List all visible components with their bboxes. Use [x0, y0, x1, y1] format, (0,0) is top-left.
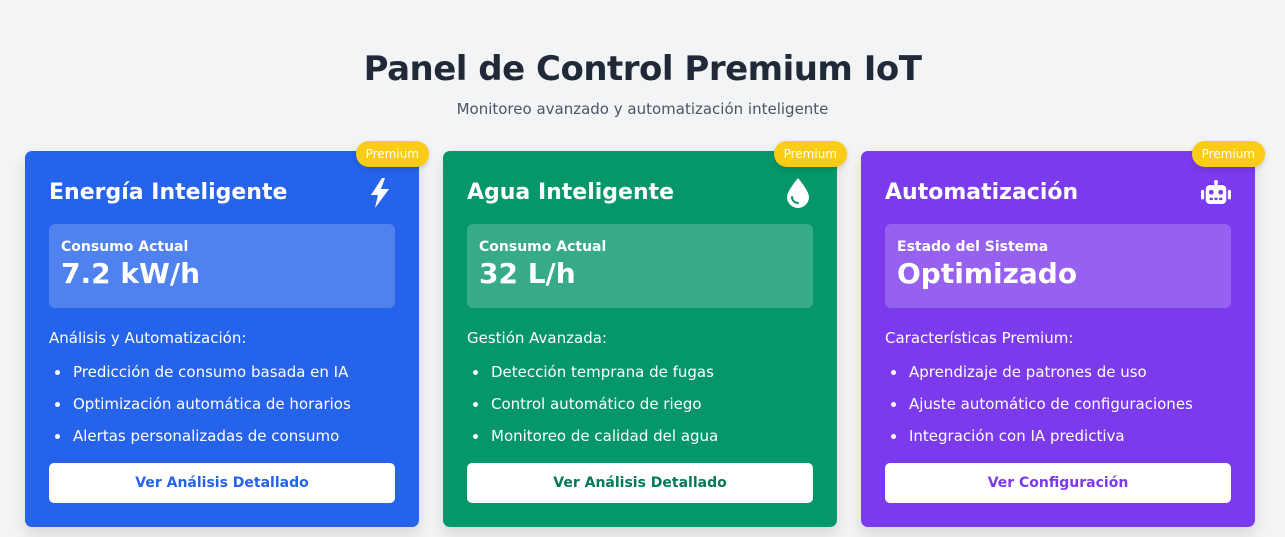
cards-grid: Premium Energía Inteligente Consumo Actu…	[25, 141, 1265, 527]
metric-label: Consumo Actual	[61, 239, 189, 255]
feature-item: Monitoreo de calidad del agua	[467, 426, 813, 446]
page-header: Panel de Control Premium IoT Monitoreo a…	[0, 0, 1285, 118]
feature-item: Detección temprana de fugas	[467, 362, 813, 382]
feature-item: Integración con IA predictiva	[885, 426, 1231, 446]
view-analysis-button[interactable]: Ver Análisis Detallado	[467, 463, 813, 503]
card-header: Energía Inteligente	[49, 176, 395, 210]
page-subtitle: Monitoreo avanzado y automatización inte…	[456, 100, 829, 118]
metric-value: 32 L/h	[479, 257, 576, 290]
premium-badge: Premium	[773, 141, 847, 167]
energy-card: Premium Energía Inteligente Consumo Actu…	[25, 141, 429, 527]
feature-list: Predicción de consumo basada en IA Optim…	[49, 362, 395, 446]
feature-item: Control automático de riego	[467, 394, 813, 414]
premium-badge: Premium	[355, 141, 429, 167]
metric-box: Consumo Actual 32 L/h	[467, 224, 813, 308]
metric-label: Estado del Sistema	[897, 239, 1049, 255]
feature-list: Detección temprana de fugas Control auto…	[467, 362, 813, 446]
section-label: Características Premium:	[885, 329, 1074, 347]
metric-value: 7.2 kW/h	[61, 257, 201, 290]
feature-item: Optimización automática de horarios	[49, 394, 395, 414]
view-analysis-button[interactable]: Ver Análisis Detallado	[49, 463, 395, 503]
feature-item: Ajuste automático de configuraciones	[885, 394, 1231, 414]
card-header: Agua Inteligente	[467, 176, 813, 210]
card-title: Agua Inteligente	[467, 180, 675, 205]
metric-box: Estado del Sistema Optimizado	[885, 224, 1231, 308]
section-label: Gestión Avanzada:	[467, 329, 607, 347]
robot-icon	[1201, 176, 1231, 210]
card-title: Energía Inteligente	[49, 180, 288, 205]
page-title: Panel de Control Premium IoT	[363, 49, 922, 89]
lightning-bolt-icon	[365, 176, 395, 210]
feature-item: Alertas personalizadas de consumo	[49, 426, 395, 446]
view-configuration-button[interactable]: Ver Configuración	[885, 463, 1231, 503]
feature-item: Predicción de consumo basada en IA	[49, 362, 395, 382]
metric-label: Consumo Actual	[479, 239, 607, 255]
premium-badge: Premium	[1191, 141, 1265, 167]
automation-card: Premium Automatización Estado del Sistem…	[861, 141, 1265, 527]
water-drop-icon	[783, 176, 813, 210]
card-header: Automatización	[885, 176, 1231, 210]
feature-item: Aprendizaje de patrones de uso	[885, 362, 1231, 382]
metric-box: Consumo Actual 7.2 kW/h	[49, 224, 395, 308]
water-card: Premium Agua Inteligente Consumo Actual …	[443, 141, 847, 527]
section-label: Análisis y Automatización:	[49, 329, 247, 347]
feature-list: Aprendizaje de patrones de uso Ajuste au…	[885, 362, 1231, 446]
card-title: Automatización	[885, 180, 1079, 205]
metric-value: Optimizado	[897, 257, 1078, 290]
